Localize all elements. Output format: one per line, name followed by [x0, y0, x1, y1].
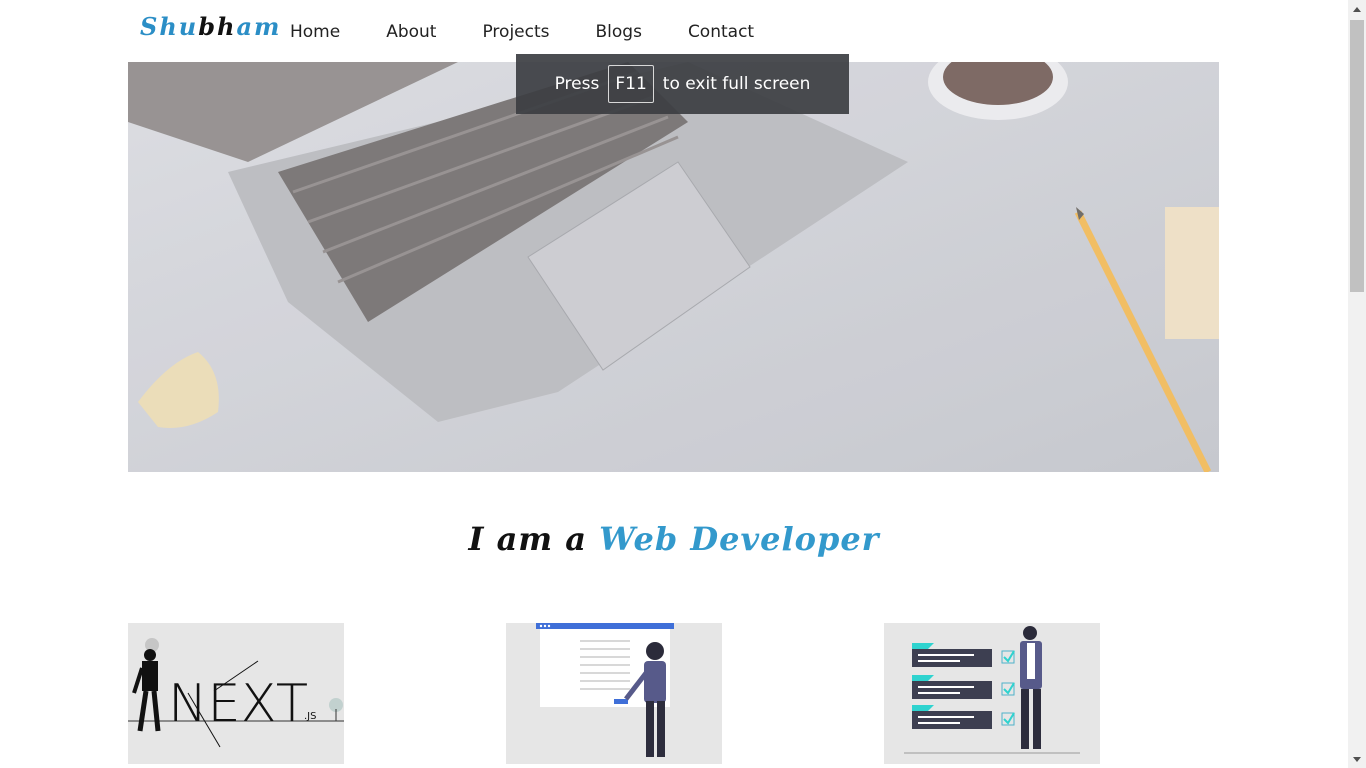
checklist-illustration: [904, 626, 1080, 754]
toast-text-before: Press: [554, 74, 600, 94]
nav-projects[interactable]: Projects: [482, 22, 549, 42]
presentation-illustration: [536, 623, 674, 757]
page-scrollbar[interactable]: [1348, 0, 1366, 768]
navbar: Shubham Home About Projects Blogs Contac…: [0, 0, 1348, 62]
nextjs-illustration: NEXT .JS: [128, 638, 344, 748]
brand-logo-part2: bh: [198, 12, 237, 41]
toast-text-after: to exit full screen: [662, 74, 811, 94]
hero-desk-illustration: [128, 62, 1219, 472]
project-card-checklist[interactable]: [884, 623, 1100, 764]
project-card-presentation[interactable]: [506, 623, 722, 764]
hero-headline: I am a Web Developer: [0, 520, 1348, 558]
nav-contact[interactable]: Contact: [688, 22, 754, 42]
nav-home[interactable]: Home: [290, 22, 340, 42]
scroll-down-button[interactable]: [1348, 750, 1366, 768]
headline-lead: I am a: [468, 520, 600, 558]
nav-about[interactable]: About: [386, 22, 436, 42]
headline-accent: Web Developer: [599, 520, 880, 558]
fullscreen-toast: Press F11 to exit full screen: [516, 54, 849, 114]
project-card-nextjs[interactable]: NEXT .JS: [128, 623, 344, 764]
brand-logo-part3: am: [236, 12, 282, 41]
hero-image: [128, 62, 1219, 472]
toast-key-f11: F11: [608, 65, 654, 103]
nav-blogs[interactable]: Blogs: [596, 22, 642, 42]
triangle-up-icon: [1353, 6, 1361, 12]
brand-logo-part1: Shu: [140, 12, 199, 41]
triangle-down-icon: [1353, 756, 1361, 762]
scroll-up-button[interactable]: [1348, 0, 1366, 18]
nextjs-suffix: .JS: [304, 711, 316, 722]
main-nav: Home About Projects Blogs Contact: [290, 22, 800, 42]
brand-logo[interactable]: Shubham: [140, 12, 281, 41]
nextjs-wordmark: NEXT: [168, 674, 308, 734]
scrollbar-thumb[interactable]: [1350, 20, 1364, 292]
